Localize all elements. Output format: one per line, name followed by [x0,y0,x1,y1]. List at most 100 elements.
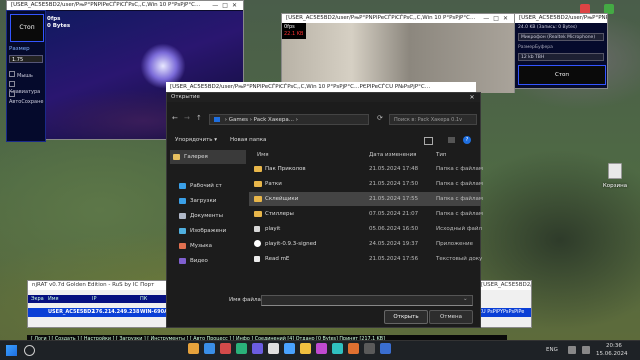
taskbar-app-icon[interactable] [220,343,231,354]
checkbox-icon[interactable] [9,91,15,97]
mic-stop-button[interactable]: Стоп [518,65,606,85]
nav-item-desktop[interactable]: Рабочий ст [179,179,222,193]
size-input[interactable]: 1.75 [9,55,43,63]
network-icon[interactable] [568,346,576,354]
start-button-icon[interactable] [6,345,17,356]
breadcrumb-item-1[interactable]: Games [229,117,248,123]
taskbar-app-icon[interactable] [316,343,327,354]
taskbar-app-icon[interactable] [236,343,247,354]
taskbar-app-icon[interactable] [204,343,215,354]
file-name: Ратки [265,181,282,187]
open-button[interactable]: Открыть [384,310,428,324]
client-name: USER_AC5E5BD2 [48,309,95,315]
file-type: Исходный файл [436,226,482,232]
new-folder-button[interactable]: Новая папка [230,137,266,143]
nav-item-documents[interactable]: Документы [179,209,223,223]
organize-button[interactable]: Упорядочить ▾ [175,137,217,143]
checkbox-icon[interactable] [9,81,15,87]
nav-item-pictures[interactable]: Изображени [179,224,226,238]
nav-item-music[interactable]: Музыка [179,239,212,253]
taskbar-date[interactable]: 15.06.2024 [596,351,628,357]
taskbar-app-icon[interactable] [348,343,359,354]
screen-bytes: 0 Bytes [47,23,71,29]
option-autosave[interactable]: АвтоСохране [9,91,45,105]
preview-pane-icon[interactable] [448,137,455,143]
taskbar-app-icon[interactable] [380,343,391,354]
search-input[interactable]: Поиск в: Pack Хакера 0.1v [389,114,477,125]
mic-device-select[interactable]: Микрофон (Realtek Microphone) [518,33,604,41]
screen-window-controls[interactable]: —□✕ [212,1,241,10]
col-name[interactable]: Имя [48,295,59,303]
taskbar-app-icon[interactable] [364,343,375,354]
file-type: Текстовый доку [436,256,483,262]
taskbar-app-icon[interactable] [188,343,199,354]
taskbar-app-icon[interactable] [332,343,343,354]
address-bar[interactable]: › Games › Pack Хакера... › [209,114,369,125]
file-row[interactable]: Ратки 21.05.2024 17:50 Папка с файлам [249,177,483,191]
taskbar-app-icon[interactable] [284,343,295,354]
option-mouse-label: Мышь [17,73,33,79]
taskbar-lang[interactable]: ENG [546,347,558,353]
forward-button[interactable]: → [184,114,190,122]
view-toggle-icon[interactable] [424,137,433,145]
recycle-bin-icon [608,163,622,179]
file-row[interactable]: Read mE 21.05.2024 17:56 Текстовый доку [249,252,483,266]
refresh-button[interactable]: ⟳ [377,114,383,122]
col-ip[interactable]: IP [92,295,97,303]
col-type-header[interactable]: Тип [436,149,447,161]
col-date-header[interactable]: Дата изменения [369,149,416,161]
dialog-title: Открытие [167,93,480,102]
file-date: 21.05.2024 17:56 [369,256,419,262]
file-row[interactable]: playit 05.06.2024 16:50 Исходный файл [249,222,482,236]
breadcrumb-item-2[interactable]: Pack Хакера... [254,117,294,123]
back-button[interactable]: ← [172,114,178,122]
mic-buffer-input[interactable]: 12 kb TBH [518,53,604,61]
option-mouse[interactable]: Мышь [9,71,33,79]
file-name: playit-0.9.3-signed [265,241,317,247]
recycle-bin[interactable]: Корзина [598,163,632,193]
col-screen[interactable]: Экра [31,295,44,303]
file-name: Склейщики [265,196,299,202]
camera-window-controls[interactable]: —□✕ [483,14,512,23]
up-button[interactable]: ↑ [196,114,202,122]
cancel-button[interactable]: Отмена [429,310,473,324]
nav-item-label: Документы [190,213,223,219]
taskbar-app-icon[interactable] [252,343,263,354]
taskbar-app-icon[interactable] [300,343,311,354]
col-pc[interactable]: ПК [140,295,147,303]
pictures-icon [179,227,186,234]
taskbar-app-icon[interactable] [268,343,279,354]
nav-pane: Галерея Рабочий ст Загрузки Документы Из… [167,149,249,269]
file-name: Пак Приколов [265,166,306,172]
nav-item-video[interactable]: Видео [179,254,208,268]
file-row[interactable]: Пак Приколов 21.05.2024 17:48 Папка с фа… [249,162,483,176]
file-row[interactable]: Стиллеры 07.05.2024 21:07 Папка с файлам [249,207,483,221]
file-row-selected[interactable]: Склейщики 21.05.2024 17:55 Папка с файла… [249,192,483,206]
help-icon[interactable]: ? [463,136,471,144]
nav-item-label: Изображени [190,228,227,234]
taskbar-time[interactable]: 20:36 [606,343,622,349]
checkbox-icon[interactable] [9,71,15,77]
dialog-outer-title: [USER_AC5E5BD2/user/PњP°PNPIPeCЃPiCЃPsC,… [170,84,431,90]
filename-dropdown-icon[interactable]: ⌄ [463,296,468,302]
nav-item-downloads[interactable]: Загрузки [179,194,216,208]
client-ip: 176.214.249.238 [92,309,140,315]
nav-item-gallery[interactable]: Галерея [170,150,246,164]
file-date: 24.05.2024 19:37 [369,241,419,247]
file-row[interactable]: playit-0.9.3-signed 24.05.2024 19:37 При… [249,237,481,251]
volume-icon[interactable] [582,346,590,354]
taskbar-search-icon[interactable] [24,345,35,356]
folder-icon [254,211,262,217]
camera-window: [USER_AC5E5BD2/user/PњP°PNPIPeCЃPiCЃPsC,… [281,13,515,93]
rat-right-title: [USER_AC5E5BD2/user/PњP°PNPIPe [477,281,531,290]
dialog-close-button[interactable]: ✕ [468,94,476,101]
stop-button[interactable]: Стоп [10,14,44,42]
file-date: 07.05.2024 21:07 [369,211,419,217]
col-name-header[interactable]: Имя [257,149,269,161]
mic-window: [USER_AC5E5BD2/user/PњP°PNPIPeCЃPiCЃPsC,… [514,13,608,89]
rat-right-row[interactable]: ICU PsPiPYPsPsPiPe [477,308,531,317]
file-date: 21.05.2024 17:55 [369,196,419,202]
file-list-header: Имя Дата изменения Тип [249,149,481,161]
filename-input[interactable] [261,295,473,306]
file-name: Read mE [265,256,290,262]
